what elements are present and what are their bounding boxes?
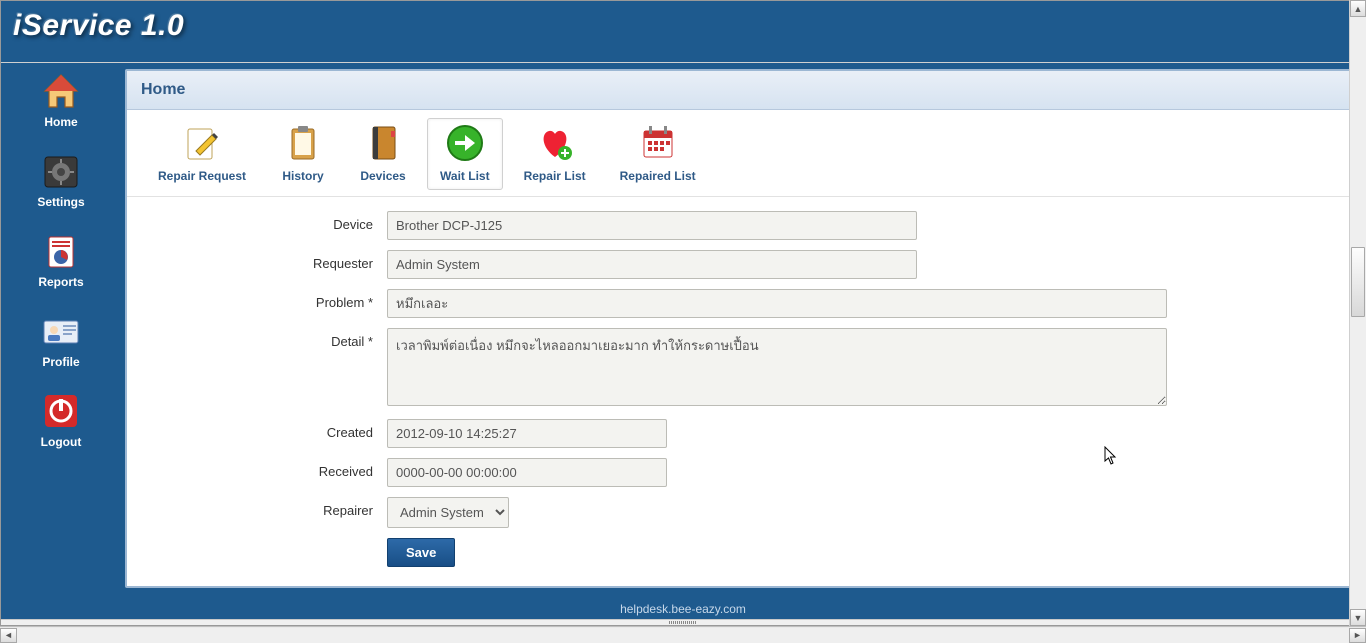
- requester-input[interactable]: [387, 250, 917, 279]
- tool-wait-list[interactable]: Wait List: [427, 118, 503, 190]
- tool-history[interactable]: History: [267, 118, 339, 190]
- sidebar-item-profile[interactable]: Profile: [21, 313, 101, 369]
- tool-label: Devices: [360, 169, 405, 183]
- arrow-forward-icon: [445, 123, 485, 163]
- tool-label: History: [282, 169, 323, 183]
- scroll-track[interactable]: [17, 628, 1349, 643]
- device-input[interactable]: [387, 211, 917, 240]
- footer-text: helpdesk.bee-eazy.com: [620, 602, 746, 616]
- created-input[interactable]: [387, 419, 667, 448]
- gear-icon: [41, 153, 81, 191]
- home-icon: [41, 73, 81, 111]
- save-button[interactable]: Save: [387, 538, 455, 567]
- main-panel: Home Repair Request: [125, 69, 1353, 588]
- label-created: Created: [167, 419, 387, 440]
- clipboard-icon: [283, 123, 323, 163]
- sidebar-item-settings[interactable]: Settings: [21, 153, 101, 209]
- scroll-down-button[interactable]: ▼: [1350, 609, 1366, 626]
- sidebar-item-label: Logout: [41, 435, 82, 449]
- scroll-right-button[interactable]: ►: [1349, 628, 1366, 643]
- sidebar-item-home[interactable]: Home: [21, 73, 101, 129]
- sidebar-item-label: Reports: [38, 275, 83, 289]
- vertical-scrollbar[interactable]: ▲ ▼: [1349, 0, 1366, 626]
- scroll-track[interactable]: [1350, 17, 1366, 609]
- horizontal-scrollbar[interactable]: ◄ ►: [0, 626, 1366, 643]
- tool-label: Wait List: [440, 169, 490, 183]
- tool-label: Repair Request: [158, 169, 246, 183]
- panel-header: Home: [127, 71, 1351, 110]
- scroll-left-button[interactable]: ◄: [0, 628, 17, 643]
- reports-icon: [41, 233, 81, 271]
- label-problem: Problem *: [167, 289, 387, 310]
- received-input[interactable]: [387, 458, 667, 487]
- footer: helpdesk.bee-eazy.com: [1, 596, 1365, 619]
- sidebar-item-label: Settings: [37, 195, 84, 209]
- profile-card-icon: [41, 313, 81, 351]
- label-requester: Requester: [167, 250, 387, 271]
- sidebar-item-logout[interactable]: Logout: [21, 393, 101, 449]
- calendar-icon: [638, 123, 678, 163]
- resize-handle[interactable]: [1, 619, 1365, 625]
- panel-title: Home: [141, 81, 1337, 99]
- edit-note-icon: [182, 123, 222, 163]
- scroll-up-button[interactable]: ▲: [1350, 0, 1366, 17]
- sidebar-item-reports[interactable]: Reports: [21, 233, 101, 289]
- tool-repaired-list[interactable]: Repaired List: [607, 118, 709, 190]
- app-header: iService 1.0: [1, 1, 1365, 63]
- tool-repair-list[interactable]: Repair List: [511, 118, 599, 190]
- toolbar: Repair Request History Dev: [127, 110, 1351, 197]
- scroll-thumb[interactable]: [1351, 247, 1365, 317]
- heart-plus-icon: [535, 123, 575, 163]
- repairer-select[interactable]: Admin System: [387, 497, 509, 528]
- tool-label: Repair List: [524, 169, 586, 183]
- power-icon: [41, 393, 81, 431]
- form: Device Requester Problem * Detail *: [127, 197, 1351, 586]
- detail-textarea[interactable]: เวลาพิมพ์ต่อเนื่อง หมึกจะไหลออกมาเยอะมาก…: [387, 328, 1167, 406]
- tool-devices[interactable]: Devices: [347, 118, 419, 190]
- sidebar-item-label: Home: [44, 115, 77, 129]
- tool-label: Repaired List: [620, 169, 696, 183]
- tool-repair-request[interactable]: Repair Request: [145, 118, 259, 190]
- sidebar: Home Settings Reports: [1, 63, 121, 596]
- label-detail: Detail *: [167, 328, 387, 349]
- label-device: Device: [167, 211, 387, 232]
- label-received: Received: [167, 458, 387, 479]
- brand-title: iService 1.0: [13, 9, 1353, 42]
- sidebar-item-label: Profile: [42, 355, 79, 369]
- notebook-icon: [363, 123, 403, 163]
- problem-input[interactable]: [387, 289, 1167, 318]
- label-repairer: Repairer: [167, 497, 387, 518]
